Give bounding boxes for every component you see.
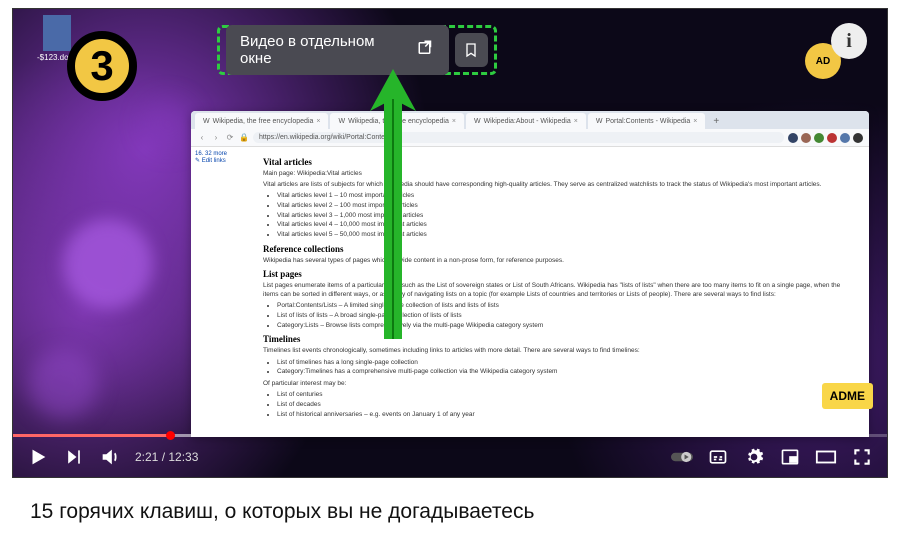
new-tab-button[interactable]: + xyxy=(707,114,725,129)
highlight-annotation: Видео в отдельном окне xyxy=(217,25,497,75)
tab-strip: WWikipedia, the free encyclopedia× WWiki… xyxy=(191,111,869,129)
extension-icon[interactable] xyxy=(853,133,863,143)
player-controls: 2:21 / 12:33 xyxy=(13,437,887,477)
next-button[interactable] xyxy=(63,446,85,468)
browser-tab[interactable]: WWikipedia, the free encyclopedia× xyxy=(330,113,463,129)
browser-window: WWikipedia, the free encyclopedia× WWiki… xyxy=(191,111,869,437)
current-time: 2:21 xyxy=(135,450,158,464)
autoplay-toggle[interactable] xyxy=(671,446,693,468)
wiki-sidebar: 16. 32 more ✎ Edit links xyxy=(191,147,251,437)
theater-button[interactable] xyxy=(815,446,837,468)
step-number: 3 xyxy=(90,42,113,90)
browser-tab[interactable]: WWikipedia, the free encyclopedia× xyxy=(195,113,328,129)
browser-tab[interactable]: WPortal:Contents - Wikipedia× xyxy=(588,113,706,129)
total-time: 12:33 xyxy=(168,450,198,464)
list-item: Category:Timelines has a comprehensive m… xyxy=(277,367,857,377)
video-player[interactable]: -$123.docx 3 AD i Видео в отдельном окне xyxy=(12,8,888,478)
extension-icon[interactable] xyxy=(827,133,837,143)
reload-icon[interactable]: ⟳ xyxy=(225,133,235,143)
subtitles-button[interactable] xyxy=(707,446,729,468)
browser-tab[interactable]: WWikipedia:About - Wikipedia× xyxy=(466,113,586,129)
volume-button[interactable] xyxy=(99,446,121,468)
video-title: 15 горячих клавиш, о которых вы не догад… xyxy=(12,478,888,524)
pip-label: Видео в отдельном окне xyxy=(240,33,407,67)
channel-badge: ADME xyxy=(822,383,873,409)
list-item: List of historical anniversaries – e.g. … xyxy=(277,410,857,420)
section-heading: List pages xyxy=(263,269,857,279)
forward-icon[interactable]: › xyxy=(211,133,221,143)
list-item: List of lists of lists – A broad single-… xyxy=(277,311,857,321)
section-heading: Reference collections xyxy=(263,244,857,254)
list-item: Vital articles level 4 – 10,000 most imp… xyxy=(277,220,857,230)
extension-icon[interactable] xyxy=(840,133,850,143)
info-icon[interactable]: i xyxy=(831,23,867,59)
list-item: List of timelines has a long single-page… xyxy=(277,358,857,368)
list-item: List of decades xyxy=(277,400,857,410)
list-item: List of centuries xyxy=(277,390,857,400)
list-item: Vital articles level 5 – 50,000 most imp… xyxy=(277,230,857,240)
wiki-content: Vital articles Main page: Wikipedia:Vita… xyxy=(251,147,869,437)
step-number-badge: 3 xyxy=(67,31,137,101)
lock-icon: 🔒 xyxy=(239,133,249,143)
bookmark-button[interactable] xyxy=(455,33,488,67)
list-item: Vital articles level 3 – 1,000 most impo… xyxy=(277,211,857,221)
fullscreen-button[interactable] xyxy=(851,446,873,468)
external-window-icon xyxy=(417,39,435,61)
document-icon xyxy=(43,15,71,51)
list-item: Vital articles level 1 – 10 most importa… xyxy=(277,191,857,201)
play-button[interactable] xyxy=(27,446,49,468)
sidebar-link[interactable]: ✎ Edit links xyxy=(195,157,247,164)
settings-button[interactable] xyxy=(743,446,765,468)
section-heading: Vital articles xyxy=(263,157,857,167)
list-item: Category:Lists – Browse lists comprehens… xyxy=(277,321,857,331)
extension-icon[interactable] xyxy=(788,133,798,143)
pip-button[interactable]: Видео в отдельном окне xyxy=(226,25,449,75)
extension-icon[interactable] xyxy=(814,133,824,143)
time-display: 2:21 / 12:33 xyxy=(135,450,198,464)
list-item: Portal:Contents/Lists – A limited single… xyxy=(277,301,857,311)
extension-icon[interactable] xyxy=(801,133,811,143)
section-heading: Timelines xyxy=(263,334,857,344)
list-item: Vital articles level 2 – 100 most import… xyxy=(277,201,857,211)
address-bar: ‹ › ⟳ 🔒 https://en.wikipedia.org/wiki/Po… xyxy=(191,129,869,147)
miniplayer-button[interactable] xyxy=(779,446,801,468)
back-icon[interactable]: ‹ xyxy=(197,133,207,143)
url-field[interactable]: https://en.wikipedia.org/wiki/Portal:Con… xyxy=(253,132,784,143)
